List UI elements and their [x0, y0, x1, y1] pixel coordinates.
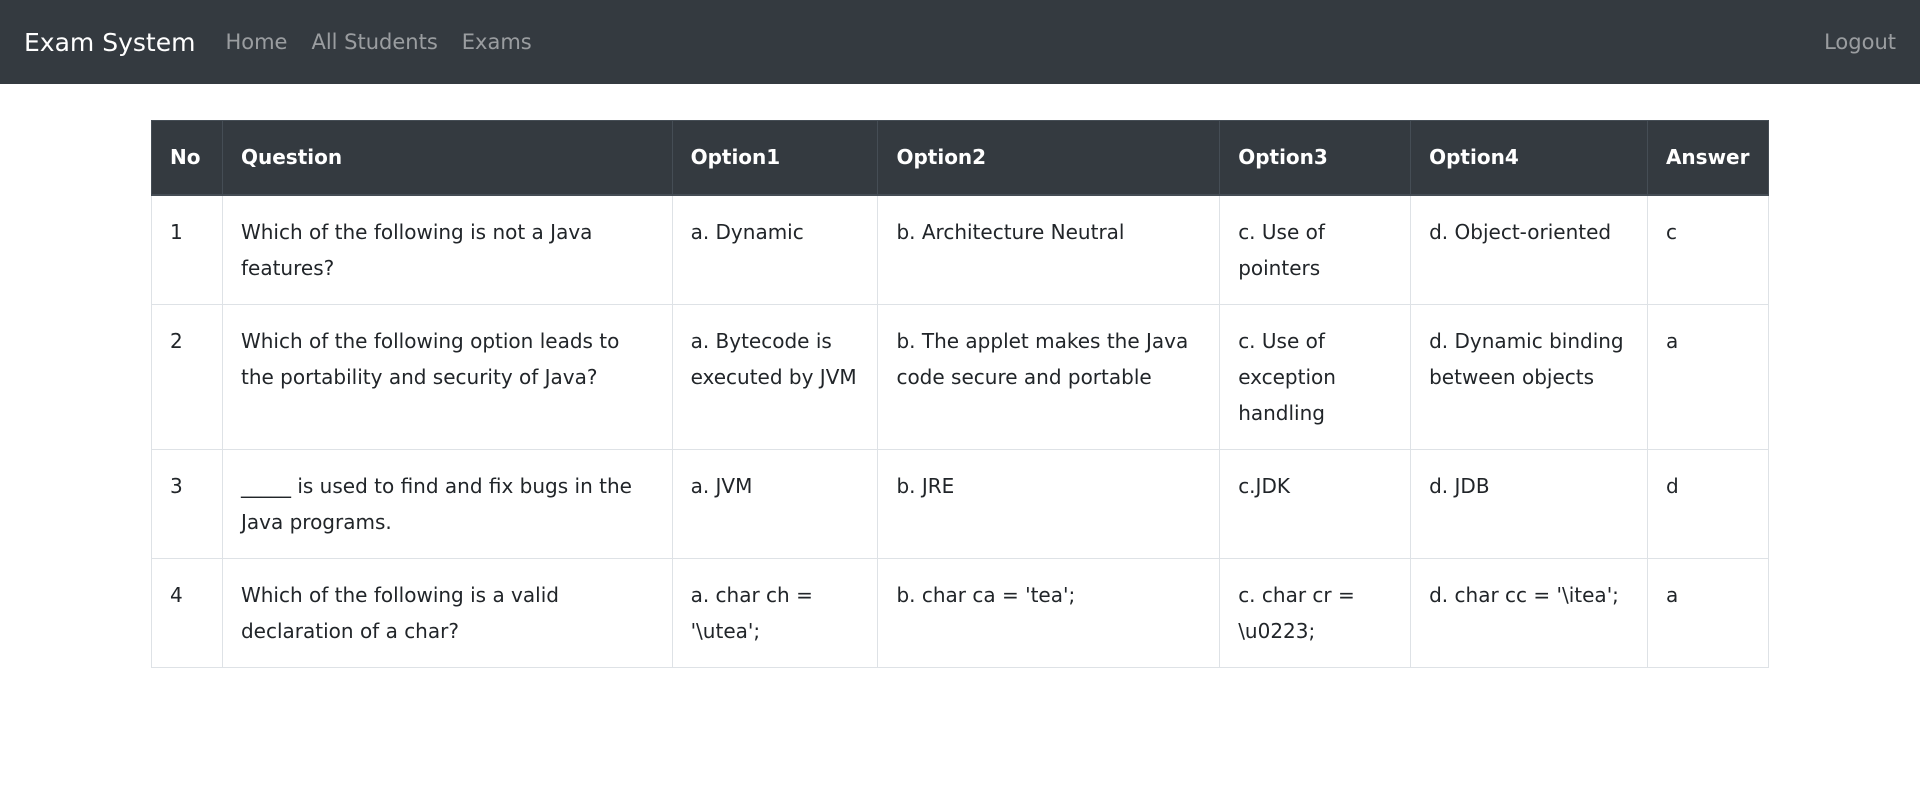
- nav-all-students[interactable]: All Students: [311, 30, 437, 54]
- cell-option1: a. char ch = '\utea';: [671, 557, 879, 668]
- cell-option2: b. Architecture Neutral: [877, 194, 1221, 305]
- table-row: 3 _____ is used to find and fix bugs in t…: [151, 448, 1770, 559]
- cell-question: Which of the following is a valid declar…: [221, 557, 673, 668]
- cell-no: 4: [151, 557, 223, 668]
- table-header: No Question Option1 Option2 Option3 Option4 An…: [151, 120, 1770, 196]
- brand-logo[interactable]: Exam System: [24, 28, 195, 57]
- cell-option2: b. char ca = 'tea';: [877, 557, 1221, 668]
- cell-option4: d. Dynamic binding between objects: [1410, 303, 1648, 450]
- cell-option3: c.JDK: [1219, 448, 1412, 559]
- cell-question: _____ is used to find and fix bugs in th…: [221, 448, 673, 559]
- table-row: 2 Which of the following option leads to …: [151, 303, 1770, 450]
- header-answer: Answer: [1646, 120, 1770, 196]
- cell-option2: b. JRE: [877, 448, 1221, 559]
- cell-question: Which of the following is not a Java fea…: [221, 194, 673, 305]
- header-no: No: [151, 120, 223, 196]
- cell-option2: b. The applet makes the Java code secure…: [877, 303, 1221, 450]
- cell-answer: a: [1646, 557, 1770, 668]
- cell-option3: c. Use of pointers: [1219, 194, 1412, 305]
- cell-no: 3: [151, 448, 223, 559]
- header-option1: Option1: [671, 120, 879, 196]
- cell-option1: a. Dynamic: [671, 194, 879, 305]
- cell-answer: a: [1646, 303, 1770, 450]
- header-option4: Option4: [1410, 120, 1648, 196]
- table-row: 4 Which of the following is a valid decla…: [151, 557, 1770, 668]
- cell-option3: c. char cr = \u0223;: [1219, 557, 1412, 668]
- nav-exams[interactable]: Exams: [462, 30, 532, 54]
- cell-option1: a. Bytecode is executed by JVM: [671, 303, 879, 450]
- cell-option4: d. Object-oriented: [1410, 194, 1648, 305]
- header-option3: Option3: [1219, 120, 1412, 196]
- logout-link[interactable]: Logout: [1824, 30, 1896, 54]
- cell-option4: d. char cc = '\itea';: [1410, 557, 1648, 668]
- table-row: 1 Which of the following is not a Java fe…: [151, 194, 1770, 305]
- cell-question: Which of the following option leads to t…: [221, 303, 673, 450]
- header-question: Question: [221, 120, 673, 196]
- cell-option3: c. Use of exception handling: [1219, 303, 1412, 450]
- cell-option1: a. JVM: [671, 448, 879, 559]
- cell-no: 2: [151, 303, 223, 450]
- header-option2: Option2: [877, 120, 1221, 196]
- nav-home[interactable]: Home: [225, 30, 287, 54]
- navbar: Exam System Home All Students Exams Logo…: [0, 0, 1920, 84]
- cell-answer: d: [1646, 448, 1770, 559]
- questions-table: No Question Option1 Option2 Option3 Option4 An…: [151, 120, 1770, 668]
- cell-no: 1: [151, 194, 223, 305]
- cell-answer: c: [1646, 194, 1770, 305]
- cell-option4: d. JDB: [1410, 448, 1648, 559]
